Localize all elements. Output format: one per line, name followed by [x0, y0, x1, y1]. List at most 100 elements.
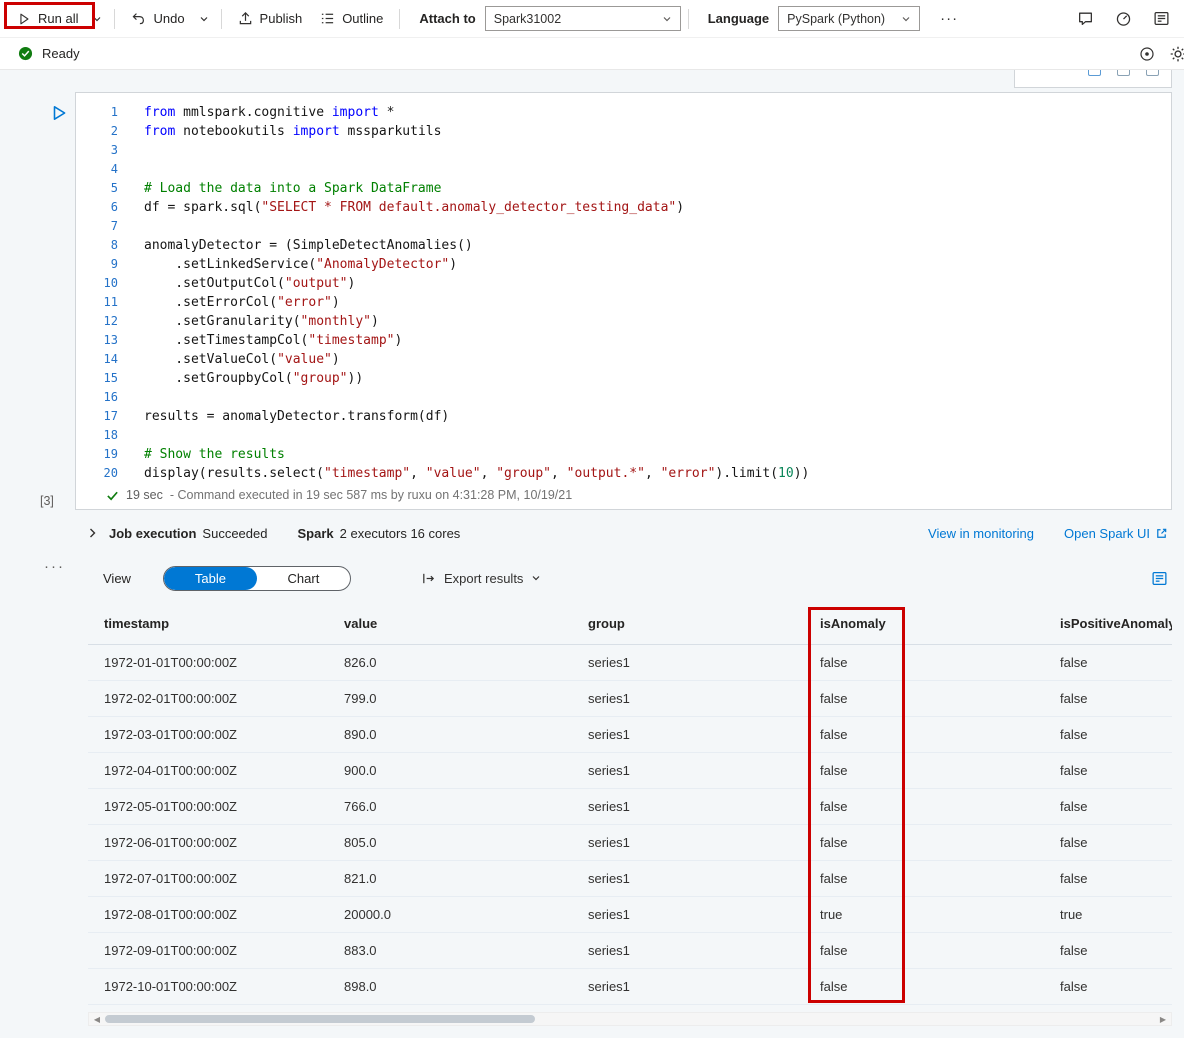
table-cell: false [1044, 763, 1172, 778]
execution-duration: 19 sec [126, 488, 163, 502]
table-cell: 898.0 [328, 979, 572, 994]
toolbar-divider [221, 9, 222, 29]
table-row[interactable]: 1972-03-01T00:00:00Z890.0series1falsefal… [88, 717, 1172, 753]
table-row[interactable]: 1972-06-01T00:00:00Z805.0series1falsefal… [88, 825, 1172, 861]
partial-icon [1146, 70, 1159, 76]
sessions-button[interactable] [1153, 10, 1170, 27]
table-cell: series1 [572, 979, 804, 994]
undo-button[interactable]: Undo [122, 6, 193, 31]
column-header[interactable]: value [328, 616, 572, 631]
table-cell: 1972-02-01T00:00:00Z [88, 691, 328, 706]
run-all-button[interactable]: Run all [8, 6, 87, 31]
tab-chart[interactable]: Chart [257, 567, 350, 590]
table-row[interactable]: 1972-05-01T00:00:00Z766.0series1falsefal… [88, 789, 1172, 825]
code-line: 14 .setValueCol("value") [76, 350, 1171, 369]
table-row[interactable]: 1972-07-01T00:00:00Z821.0series1falsefal… [88, 861, 1172, 897]
table-cell: false [804, 655, 1044, 670]
table-cell: series1 [572, 763, 804, 778]
cell-toolbar-partial[interactable] [1014, 70, 1172, 88]
outline-label: Outline [342, 11, 383, 26]
comment-icon [1077, 10, 1094, 27]
partial-icon [1088, 70, 1101, 76]
undo-label: Undo [153, 11, 184, 26]
line-number: 10 [76, 274, 118, 293]
outline-button[interactable]: Outline [311, 6, 392, 31]
language-label: Language [708, 11, 769, 26]
table-row[interactable]: 1972-09-01T00:00:00Z883.0series1falsefal… [88, 933, 1172, 969]
spark-monitor-button[interactable] [1115, 10, 1132, 27]
code-line: 10 .setOutputCol("output") [76, 274, 1171, 293]
table-cell: false [804, 727, 1044, 742]
more-commands-button[interactable]: ··· [934, 6, 964, 31]
table-cell: series1 [572, 871, 804, 886]
publish-icon [238, 11, 253, 26]
code-line: 1from mmlspark.cognitive import * [76, 103, 1171, 122]
table-cell: 1972-07-01T00:00:00Z [88, 871, 328, 886]
table-row[interactable]: 1972-01-01T00:00:00Z826.0series1falsefal… [88, 645, 1172, 681]
line-number: 6 [76, 198, 118, 217]
scrollbar-thumb[interactable] [105, 1015, 535, 1023]
session-info-button[interactable] [1139, 46, 1155, 62]
table-row[interactable]: 1972-10-01T00:00:00Z898.0series1falsefal… [88, 969, 1172, 1005]
view-in-monitoring-link[interactable]: View in monitoring [928, 526, 1034, 541]
attach-to-label: Attach to [419, 11, 475, 26]
scrollbar-track[interactable] [105, 1013, 1155, 1025]
table-cell: series1 [572, 799, 804, 814]
line-number: 3 [76, 141, 118, 160]
table-cell: false [804, 979, 1044, 994]
table-cell: false [1044, 727, 1172, 742]
code-line: 15 .setGroupbyCol("group")) [76, 369, 1171, 388]
external-link-icon [1155, 527, 1168, 540]
table-row[interactable]: 1972-08-01T00:00:00Z20000.0series1truetr… [88, 897, 1172, 933]
code-editor[interactable]: 1from mmlspark.cognitive import *2from n… [76, 93, 1171, 483]
job-execution-row: Job execution Succeeded Spark 2 executor… [88, 520, 1168, 546]
open-spark-ui-link[interactable]: Open Spark UI [1064, 526, 1168, 541]
results-view-row: View Table Chart Export results [103, 564, 1168, 592]
run-all-label: Run all [38, 11, 78, 26]
column-header[interactable]: timestamp [88, 616, 328, 631]
table-cell: 1972-03-01T00:00:00Z [88, 727, 328, 742]
comments-button[interactable] [1077, 10, 1094, 27]
monitor-gauge-icon [1115, 10, 1132, 27]
settings-button[interactable] [1169, 45, 1184, 63]
code-line: 20display(results.select("timestamp", "v… [76, 464, 1171, 483]
table-row[interactable]: 1972-04-01T00:00:00Z900.0series1falsefal… [88, 753, 1172, 789]
table-cell: false [804, 691, 1044, 706]
partial-icon [1117, 70, 1130, 76]
chevron-down-icon [199, 14, 209, 24]
line-number: 20 [76, 464, 118, 483]
horizontal-scrollbar[interactable]: ◀ ▶ [88, 1012, 1172, 1026]
table-header: timestampvaluegroupisAnomalyisPositiveAn… [88, 603, 1172, 645]
table-body: 1972-01-01T00:00:00Z826.0series1falsefal… [88, 645, 1172, 1005]
table-cell: false [804, 799, 1044, 814]
execution-detail: - Command executed in 19 sec 587 ms by r… [170, 488, 572, 502]
notebook-toolbar: Run all Undo Publish Outline [0, 0, 1184, 38]
scroll-left-arrow-icon[interactable]: ◀ [89, 1015, 105, 1024]
undo-dropdown-button[interactable] [194, 9, 214, 29]
run-all-dropdown-button[interactable] [87, 9, 107, 29]
publish-button[interactable]: Publish [229, 6, 312, 31]
scroll-right-arrow-icon[interactable]: ▶ [1155, 1015, 1171, 1024]
code-line: 9 .setLinkedService("AnomalyDetector") [76, 255, 1171, 274]
column-header[interactable]: group [572, 616, 804, 631]
tab-table[interactable]: Table [164, 567, 257, 590]
attach-to-value: Spark31002 [494, 12, 561, 26]
table-cell: false [1044, 943, 1172, 958]
session-status-bar: Ready [0, 38, 1184, 70]
table-cell: 1972-10-01T00:00:00Z [88, 979, 328, 994]
run-cell-button[interactable] [48, 102, 70, 124]
view-options-button[interactable] [1151, 570, 1168, 587]
export-results-button[interactable]: Export results [421, 571, 541, 586]
table-row[interactable]: 1972-02-01T00:00:00Z799.0series1falsefal… [88, 681, 1172, 717]
code-line: 16 [76, 388, 1171, 407]
line-number: 13 [76, 331, 118, 350]
open-spark-ui-label: Open Spark UI [1064, 526, 1150, 541]
column-header[interactable]: isAnomaly [804, 616, 1044, 631]
job-expand-button[interactable] [88, 527, 97, 539]
cell-more-actions[interactable]: ··· [44, 558, 65, 575]
line-number: 11 [76, 293, 118, 312]
language-select[interactable]: PySpark (Python) [778, 6, 920, 31]
column-header[interactable]: isPositiveAnomaly [1044, 616, 1172, 631]
code-line: 5# Load the data into a Spark DataFrame [76, 179, 1171, 198]
attach-to-select[interactable]: Spark31002 [485, 6, 681, 31]
